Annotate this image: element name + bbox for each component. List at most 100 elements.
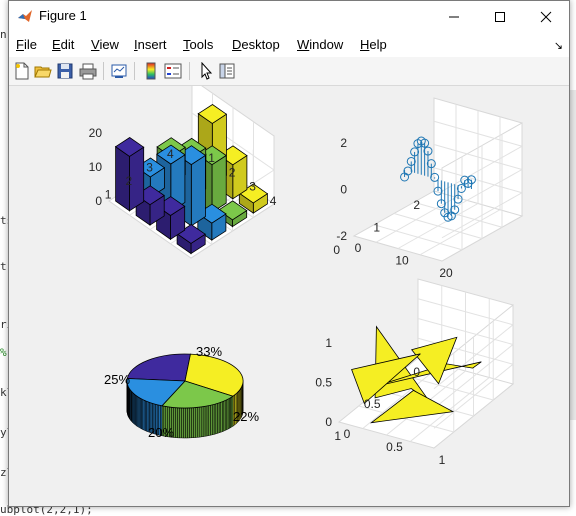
bar3-ztick-label: 10	[89, 160, 103, 174]
save-icon[interactable]	[56, 62, 74, 80]
menu-insert[interactable]: Insert	[134, 37, 167, 52]
subplot-pie3: 25% 33% 22% 20%	[104, 344, 259, 440]
menu-window[interactable]: Window	[297, 37, 343, 52]
menu-tools[interactable]: Tools	[183, 37, 213, 52]
pie-side-wall	[193, 408, 195, 438]
menu-edit[interactable]: Edit	[52, 37, 74, 52]
pie-side-wall	[201, 407, 203, 437]
pie-percent-label: 33%	[196, 344, 222, 359]
bar3-ztick-label: 20	[89, 126, 103, 140]
fill3-ztick-label: 1	[325, 336, 332, 350]
pie-side-wall	[205, 406, 207, 436]
dock-arrow-icon[interactable]: ↘	[554, 39, 563, 52]
pie-side-wall	[217, 403, 219, 434]
menu-help[interactable]: Help	[360, 37, 387, 52]
subplot-grid: 0102012341234-2020120102025%33%22%20%00.…	[9, 86, 569, 506]
pie-side-wall	[175, 408, 177, 438]
fill3-ytick-label: 0	[413, 365, 420, 379]
pie-side-wall	[181, 408, 183, 438]
pie-side-wall	[212, 404, 214, 434]
pie-side-wall	[197, 407, 199, 437]
pie-slice	[127, 354, 190, 381]
stem3-ytick-label: 1	[373, 221, 380, 235]
bar3-xtick-label: 3	[146, 160, 153, 174]
menu-bar: File Edit View Insert Tools Desktop Wind…	[9, 32, 569, 57]
pie-side-wall	[211, 405, 213, 435]
minimize-button[interactable]	[431, 1, 477, 32]
pointer-icon[interactable]	[197, 62, 215, 80]
toolbar-separator	[134, 62, 135, 80]
pie-side-wall	[187, 408, 189, 438]
minimize-icon	[448, 11, 460, 23]
property-editor-icon[interactable]	[218, 62, 236, 80]
figure-window: Figure 1 File Edit View Insert Tools Des…	[8, 0, 570, 507]
pie-percent-label: 22%	[233, 409, 259, 424]
legend-icon[interactable]	[164, 62, 182, 80]
close-icon	[540, 11, 552, 23]
subplot-stem3: -20201201020	[333, 98, 522, 280]
fill3-xtick-label: 0.5	[386, 440, 403, 454]
pie-percent-label: 25%	[104, 372, 130, 387]
stem-marker	[404, 167, 412, 175]
stem3-ztick-label: 2	[340, 136, 347, 150]
stem3-ytick-label: 0	[333, 243, 340, 257]
menu-file[interactable]: File	[16, 37, 37, 52]
bar3-xtick-label: 1	[105, 187, 112, 201]
bar3-ytick-label: 4	[270, 194, 277, 208]
close-button[interactable]	[523, 1, 569, 32]
pie-side-wall	[191, 408, 193, 438]
stem3-xtick-label: 20	[439, 266, 453, 280]
pie-side-wall	[214, 404, 216, 435]
fill3-ztick-label: 0.5	[315, 376, 332, 390]
pie-side-wall	[179, 408, 181, 438]
colorbar-icon[interactable]	[142, 62, 160, 80]
fill3-ytick-label: 0.5	[364, 397, 381, 411]
subplot-bar3: 0102012341234	[89, 86, 277, 258]
title-bar[interactable]: Figure 1	[9, 1, 569, 32]
fill3-xtick-label: 1	[439, 453, 446, 467]
stem3-xtick-label: 0	[355, 241, 362, 255]
pie-side-wall	[185, 408, 187, 438]
background-code-line: n	[0, 28, 7, 41]
bar3-ytick-label: 3	[249, 180, 256, 194]
stem3-xtick-label: 10	[395, 254, 409, 268]
figure-canvas: 0102012341234-2020120102025%33%22%20%00.…	[9, 86, 569, 506]
stem3-ztick-label: -2	[336, 229, 347, 243]
maximize-button[interactable]	[477, 1, 523, 32]
fill3-xtick-label: 0	[344, 427, 351, 441]
pie-side-wall	[183, 408, 185, 438]
stem3-ytick-label: 2	[413, 198, 420, 212]
pie-side-wall	[209, 405, 211, 435]
print-icon[interactable]	[79, 62, 97, 80]
link-plot-icon[interactable]	[110, 62, 128, 80]
pie-percent-label: 20%	[148, 425, 174, 440]
window-title: Figure 1	[39, 8, 87, 23]
pie-side-wall	[199, 407, 201, 437]
pie-side-wall	[177, 408, 179, 438]
bar3-ytick-label: 1	[208, 151, 215, 165]
figure-toolbar	[9, 57, 569, 86]
menu-desktop[interactable]: Desktop	[232, 37, 280, 52]
fill3-ztick-label: 0	[325, 415, 332, 429]
subplot-fill3: 00.5100.5100.51	[315, 279, 513, 467]
bar-face-front	[191, 155, 205, 225]
background-code-line: t	[0, 260, 7, 273]
new-figure-icon[interactable]	[13, 62, 31, 80]
maximize-icon	[494, 11, 506, 23]
pie-side-wall	[195, 407, 197, 437]
pie-side-wall	[203, 406, 205, 436]
pie-side-wall	[207, 406, 209, 436]
matlab-logo-icon	[17, 8, 33, 24]
stem3-ztick-label: 0	[340, 183, 347, 197]
bar3-xtick-label: 2	[125, 174, 132, 188]
open-icon[interactable]	[34, 62, 52, 80]
bar3-ztick-label: 0	[95, 194, 102, 208]
bar3-xtick-label: 4	[167, 147, 174, 161]
background-code-line: %	[0, 346, 7, 359]
pie-side-wall	[189, 408, 191, 438]
fill3-ytick-label: 1	[334, 429, 341, 443]
bar3-ytick-label: 2	[229, 165, 236, 179]
menu-view[interactable]: View	[91, 37, 119, 52]
toolbar-separator	[103, 62, 104, 80]
toolbar-separator	[189, 62, 190, 80]
